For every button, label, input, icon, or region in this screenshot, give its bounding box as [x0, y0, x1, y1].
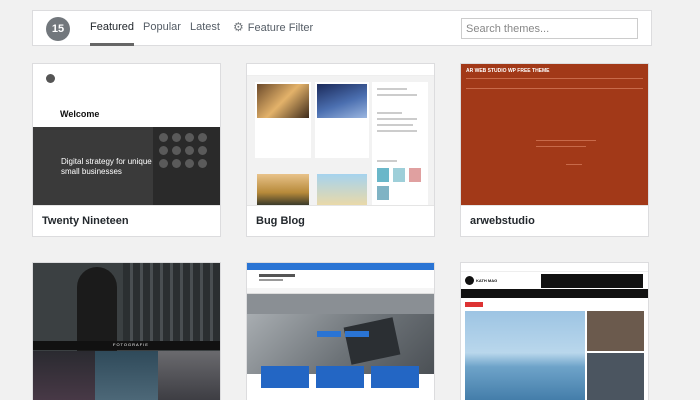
theme-card-bug-blog[interactable]: Bug Blog	[246, 63, 435, 237]
preview-title: AR WEB STUDIO WP FREE THEME	[466, 68, 550, 74]
theme-name: Twenty Nineteen	[33, 205, 220, 236]
preview-welcome: Welcome	[60, 109, 100, 119]
theme-card-kath-mag[interactable]: KATH MAG	[460, 262, 649, 400]
tab-latest[interactable]: Latest	[190, 11, 220, 46]
wordpress-logo-icon	[46, 74, 55, 83]
preview-hero	[247, 294, 434, 374]
feature-filter-label: Feature Filter	[247, 22, 314, 34]
gear-icon: ⚙	[233, 20, 244, 34]
preview-nav	[461, 289, 648, 298]
preview-tagline: Digital strategy for unique small busine…	[61, 157, 152, 176]
theme-screenshot: KATH MAG	[461, 263, 648, 400]
theme-name: Bug Blog	[247, 205, 434, 236]
tab-popular[interactable]: Popular	[143, 11, 181, 46]
theme-card-business-green[interactable]	[246, 262, 435, 400]
preview-side-image	[587, 311, 644, 351]
preview-side-image	[587, 353, 644, 400]
preview-breaking	[461, 301, 648, 308]
theme-screenshot	[247, 64, 434, 205]
preview-logo-text: KATH MAG	[476, 278, 498, 283]
preview-sidebar	[372, 82, 428, 205]
theme-card-arwebstudio[interactable]: AR WEB STUDIO WP FREE THEME arwebstudio	[460, 63, 649, 237]
preview-dark-section: Digital strategy for unique small busine…	[33, 127, 220, 205]
tab-feature-filter[interactable]: ⚙ Feature Filter	[233, 11, 313, 46]
preview-brand: FOTOGRAFIE	[113, 342, 149, 347]
preview-topbar	[247, 263, 434, 270]
tab-featured[interactable]: Featured	[90, 11, 135, 46]
theme-card-fotografie[interactable]: FOTOGRAFIE	[32, 262, 221, 400]
theme-screenshot	[247, 263, 434, 400]
theme-card-twenty-nineteen[interactable]: Welcome Digital strategy for unique smal…	[32, 63, 221, 237]
preview-header	[247, 270, 434, 288]
preview-topbar	[461, 263, 648, 272]
theme-screenshot: FOTOGRAFIE	[33, 263, 220, 400]
theme-filter-bar: 15 Featured Popular Latest ⚙ Feature Filt…	[32, 10, 652, 46]
preview-logo-icon	[465, 276, 474, 285]
preview-feature-image	[465, 311, 585, 400]
preview-background	[461, 64, 648, 205]
preview-header	[247, 64, 434, 76]
preview-person	[77, 267, 117, 351]
preview-services	[247, 366, 434, 400]
search-themes-input[interactable]	[461, 18, 638, 39]
theme-count: 15	[46, 17, 70, 41]
theme-name: arwebstudio	[461, 205, 648, 236]
theme-screenshot: AR WEB STUDIO WP FREE THEME	[461, 64, 648, 205]
preview-hero	[33, 263, 220, 351]
preview-body	[247, 76, 434, 205]
theme-screenshot: Welcome Digital strategy for unique smal…	[33, 64, 220, 205]
